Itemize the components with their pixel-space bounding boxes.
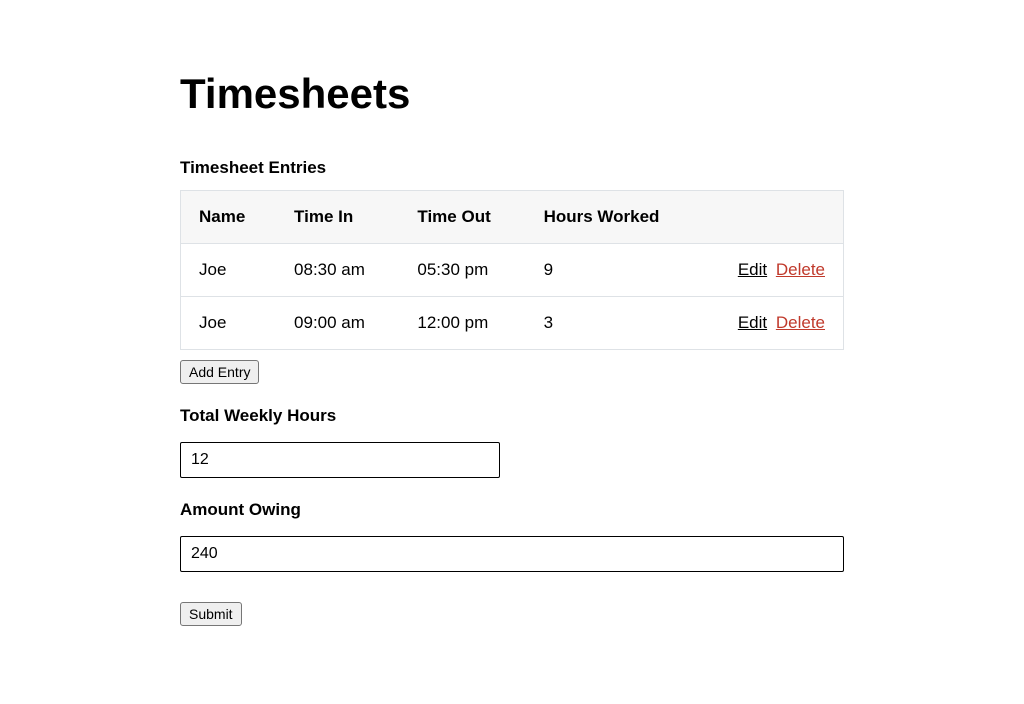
cell-actions: Edit Delete — [701, 297, 844, 350]
delete-link[interactable]: Delete — [776, 260, 825, 279]
col-time-in: Time In — [276, 191, 399, 244]
cell-time-out: 12:00 pm — [399, 297, 525, 350]
cell-hours-worked: 3 — [526, 297, 701, 350]
cell-time-in: 08:30 am — [276, 244, 399, 297]
col-hours-worked: Hours Worked — [526, 191, 701, 244]
col-actions — [701, 191, 844, 244]
amount-owing-input[interactable] — [180, 536, 844, 572]
cell-name: Joe — [181, 297, 277, 350]
cell-time-in: 09:00 am — [276, 297, 399, 350]
total-hours-label: Total Weekly Hours — [180, 406, 844, 426]
total-hours-input[interactable] — [180, 442, 500, 478]
cell-time-out: 05:30 pm — [399, 244, 525, 297]
edit-link[interactable]: Edit — [738, 313, 767, 332]
delete-link[interactable]: Delete — [776, 313, 825, 332]
col-name: Name — [181, 191, 277, 244]
amount-owing-label: Amount Owing — [180, 500, 844, 520]
submit-button[interactable]: Submit — [180, 602, 242, 626]
cell-actions: Edit Delete — [701, 244, 844, 297]
cell-hours-worked: 9 — [526, 244, 701, 297]
cell-name: Joe — [181, 244, 277, 297]
entries-section-label: Timesheet Entries — [180, 158, 844, 178]
col-time-out: Time Out — [399, 191, 525, 244]
add-entry-button[interactable]: Add Entry — [180, 360, 259, 384]
edit-link[interactable]: Edit — [738, 260, 767, 279]
table-row: Joe 08:30 am 05:30 pm 9 Edit Delete — [181, 244, 844, 297]
page-title: Timesheets — [180, 70, 844, 118]
timesheet-table: Name Time In Time Out Hours Worked Joe 0… — [180, 190, 844, 350]
table-row: Joe 09:00 am 12:00 pm 3 Edit Delete — [181, 297, 844, 350]
